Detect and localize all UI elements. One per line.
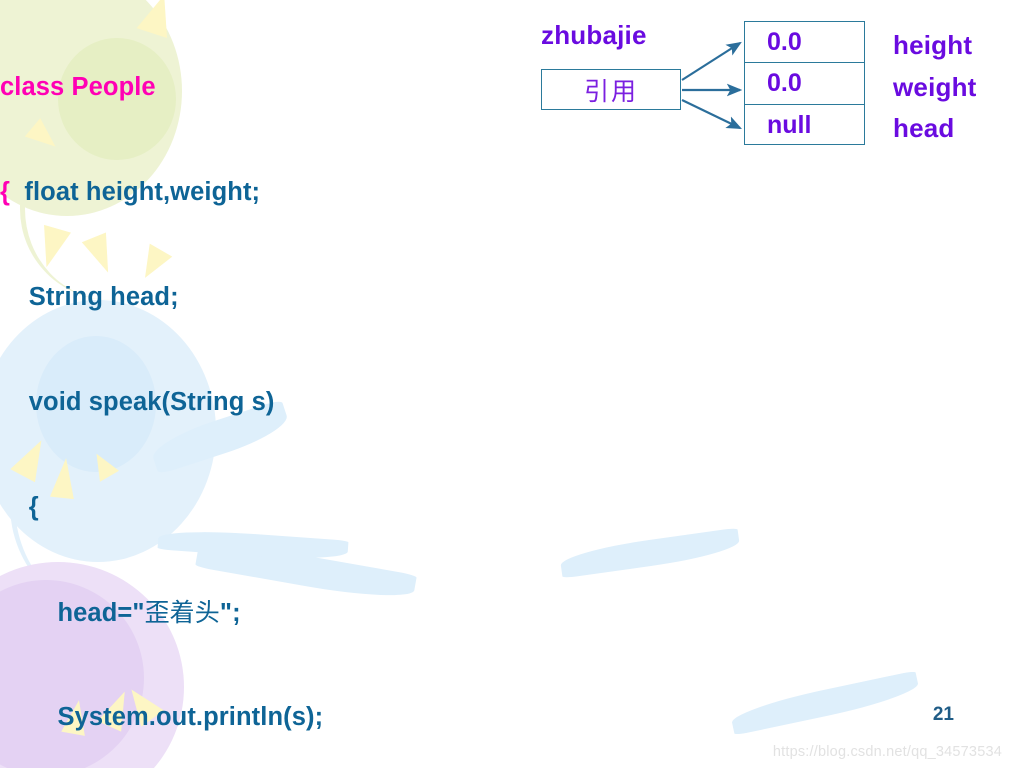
page-number: 21 <box>932 704 954 725</box>
watermark-url: https://blog.csdn.net/qq_34573534 <box>772 744 1002 760</box>
arrow-to-head-field <box>681 99 742 129</box>
arrow-to-height-field <box>681 41 742 81</box>
memory-reference-diagram: zhubajie 引用 0.0 0.0 null height weight h… <box>0 0 1012 768</box>
slide-canvas: class People { float height,weight; Stri… <box>0 0 1012 768</box>
reference-arrows <box>681 41 743 129</box>
